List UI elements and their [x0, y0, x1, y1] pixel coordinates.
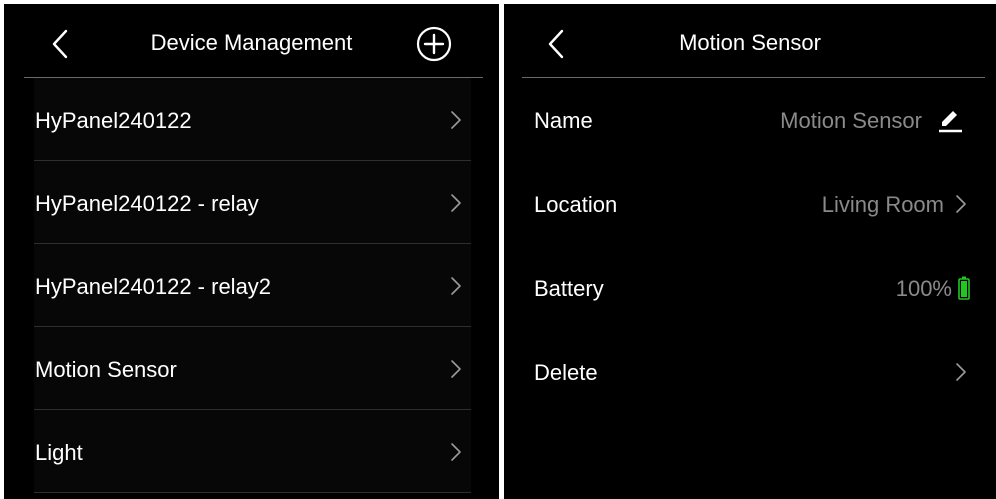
delete-label: Delete — [534, 360, 598, 385]
location-label: Location — [534, 192, 618, 217]
chevron-right-icon — [451, 111, 461, 129]
device-list-item[interactable]: HyPanel240122 — [34, 78, 471, 161]
device-list-item[interactable]: Light — [34, 410, 471, 493]
pencil-icon[interactable] — [936, 106, 964, 134]
device-detail-panel: Motion Sensor Name Motion Sensor Locatio… — [504, 4, 996, 499]
name-row: Name Motion Sensor — [504, 78, 996, 162]
battery-level-fill — [961, 281, 967, 297]
device-list: HyPanel240122 HyPanel240122 - relay HyPa… — [34, 78, 471, 493]
location-row[interactable]: Location Living Room — [504, 162, 996, 246]
device-name: HyPanel240122 — [35, 108, 192, 133]
chevron-right-icon — [956, 363, 966, 381]
name-label: Name — [534, 108, 593, 133]
device-name: Light — [35, 440, 83, 465]
device-list-item[interactable]: HyPanel240122 - relay2 — [34, 244, 471, 327]
page-title: Motion Sensor — [679, 30, 821, 55]
battery-label: Battery — [534, 276, 604, 301]
battery-row: Battery 100% — [504, 246, 996, 330]
device-list-item[interactable]: HyPanel240122 - relay — [34, 161, 471, 244]
battery-value: 100% — [895, 276, 952, 301]
device-detail-header: Motion Sensor — [504, 4, 996, 78]
device-list-item[interactable]: Motion Sensor — [34, 327, 471, 410]
device-name: Motion Sensor — [35, 357, 177, 382]
chevron-right-icon — [451, 194, 461, 212]
chevron-right-icon — [956, 195, 966, 213]
battery-full-icon — [958, 276, 970, 300]
device-name: HyPanel240122 - relay — [35, 191, 259, 216]
chevron-right-icon — [451, 360, 461, 378]
add-device-button[interactable] — [416, 26, 452, 62]
chevron-right-icon — [451, 277, 461, 295]
name-value: Motion Sensor — [780, 108, 922, 133]
delete-row[interactable]: Delete — [504, 330, 996, 414]
device-name: HyPanel240122 - relay2 — [35, 274, 272, 299]
device-management-header: Device Management — [4, 4, 499, 78]
chevron-right-icon — [451, 443, 461, 461]
device-management-panel: Device Management HyPanel240122 HyPanel2… — [4, 4, 499, 499]
location-value: Living Room — [821, 192, 944, 217]
plus-circle-icon — [416, 26, 452, 62]
device-detail-list: Name Motion Sensor Location Living Room … — [504, 78, 996, 414]
